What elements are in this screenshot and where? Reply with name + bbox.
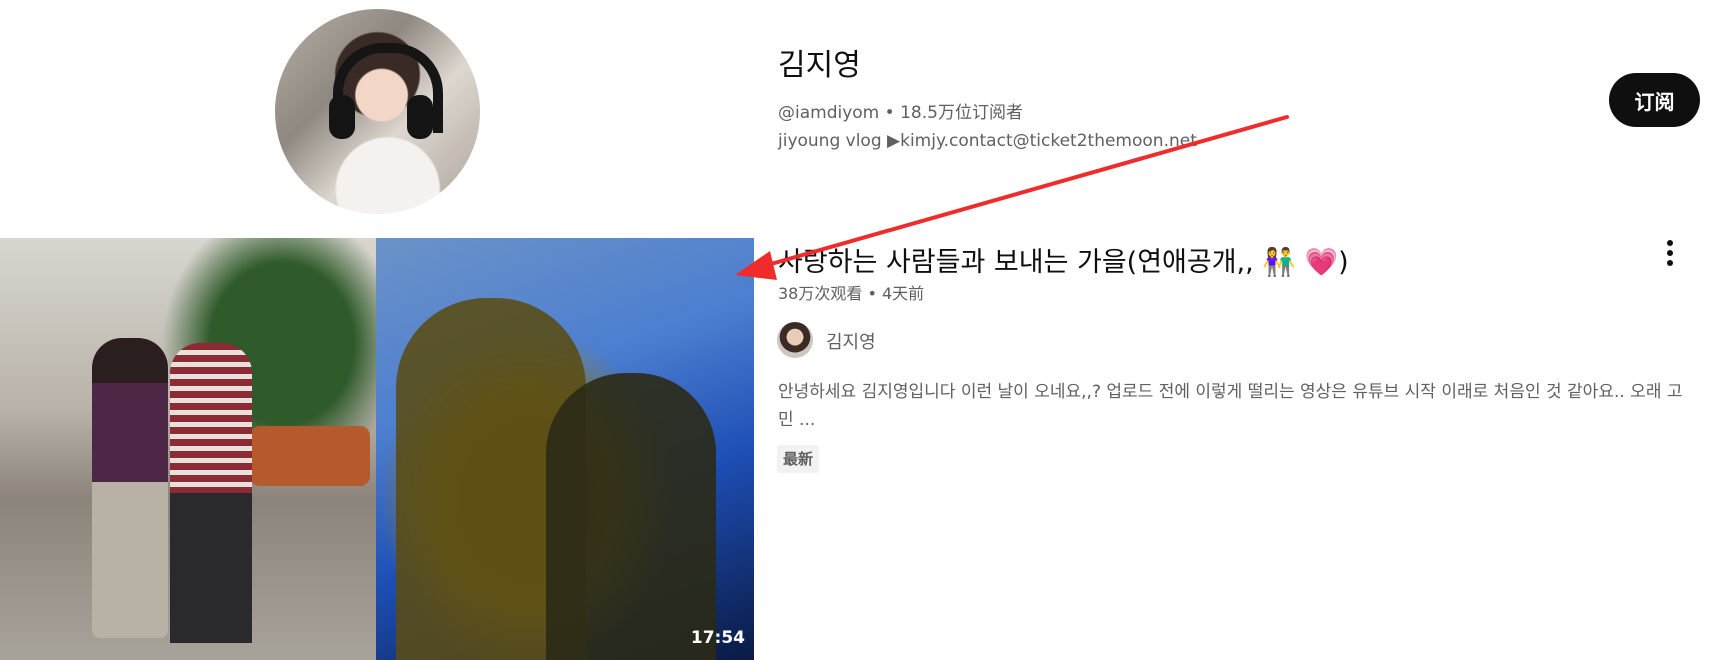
video-description: 안녕하세요 김지영입니다 이런 날이 오네요,,? 업로드 전에 이렇게 떨리는… (778, 382, 1683, 430)
channel-avatar[interactable] (275, 9, 480, 214)
dot-icon (1667, 260, 1673, 266)
upload-age: 4天前 (882, 284, 925, 303)
headphone-ear-right (407, 95, 433, 139)
channel-description[interactable]: jiyoung vlog ▶kimjy.contact@ticket2themo… (778, 131, 1197, 151)
legs-shape (170, 493, 252, 643)
thumbnail-left-photo (0, 238, 376, 660)
channel-meta: @iamdiyom • 18.5万位订阅者 (778, 98, 1023, 123)
sofa-shape (250, 426, 370, 486)
video-title[interactable]: 사랑하는 사람들과 보내는 가을(연애공개,, 👫 💗) (778, 240, 1349, 279)
headphone-ear-left (329, 95, 355, 139)
author-name[interactable]: 김지영 (826, 328, 876, 354)
new-badge: 最新 (777, 445, 820, 473)
person-shape (170, 343, 252, 643)
view-count: 38万次观看 (778, 284, 863, 303)
video-stats: 38万次观看 • 4天前 (778, 280, 924, 304)
person-shape (92, 338, 168, 638)
silhouette-shape (546, 373, 716, 660)
author-avatar[interactable] (777, 322, 813, 358)
subscribe-button[interactable]: 订阅 (1609, 73, 1700, 127)
video-duration: 17:54 (690, 628, 745, 648)
channel-name[interactable]: 김지영 (778, 40, 861, 84)
more-options-button[interactable] (1658, 236, 1682, 270)
channel-handle: @iamdiyom (778, 103, 880, 123)
dot-icon (1667, 250, 1673, 256)
dot-icon (1667, 240, 1673, 246)
stats-separator: • (867, 284, 877, 303)
subscriber-count: 18.5万位订阅者 (900, 103, 1023, 123)
thumbnail-right-photo (376, 238, 754, 660)
video-thumbnail[interactable]: 17:54 (0, 238, 754, 660)
meta-separator: • (884, 103, 895, 123)
